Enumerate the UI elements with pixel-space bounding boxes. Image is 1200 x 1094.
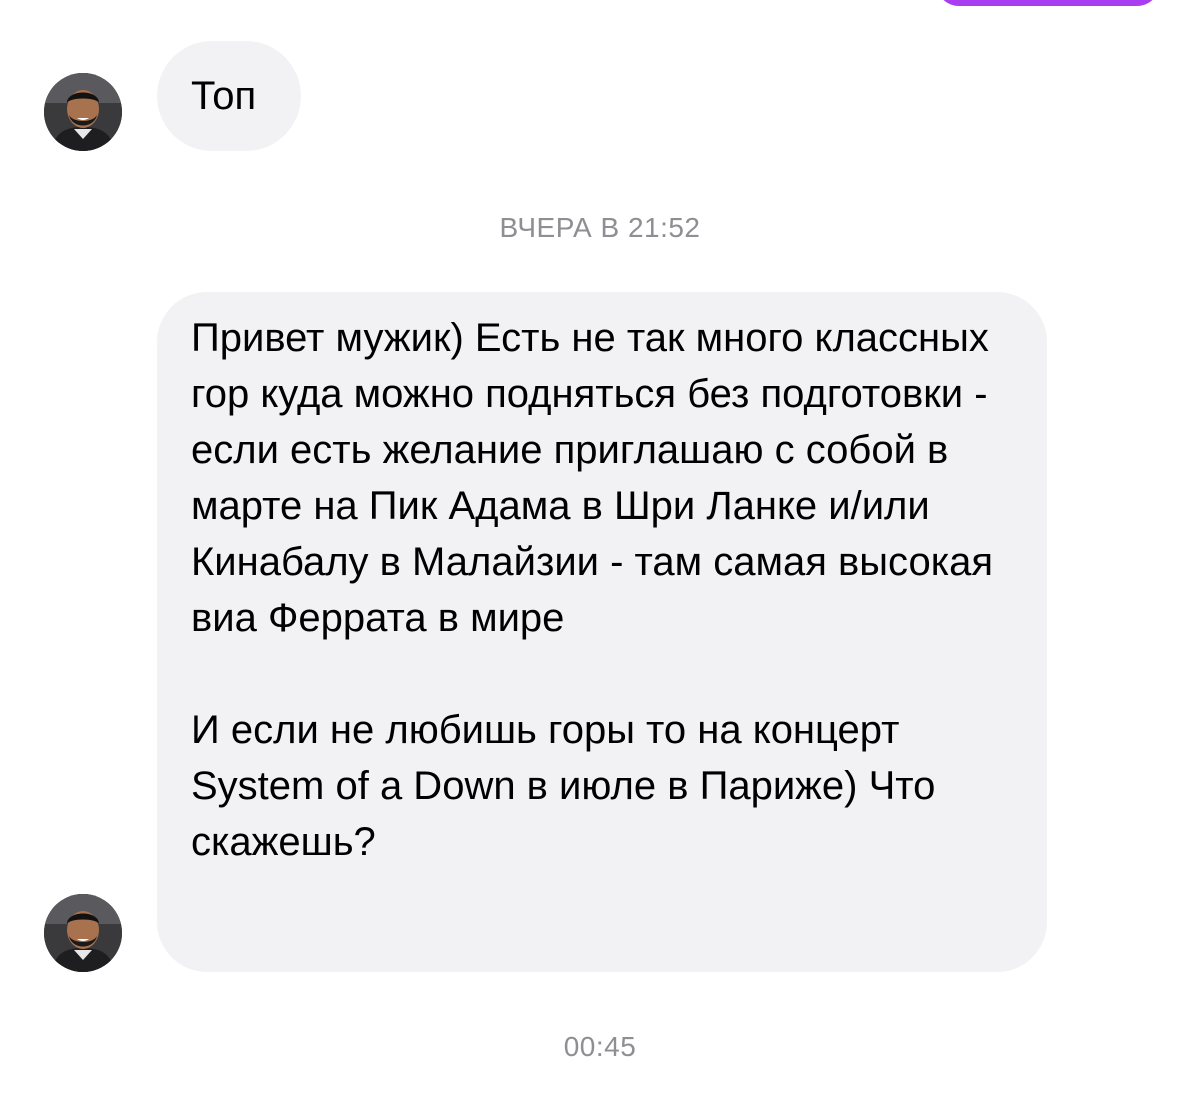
user-avatar-icon: [44, 894, 122, 972]
timestamp: 00:45: [563, 1031, 637, 1062]
message-paragraph: Привет мужик) Есть не так много классных…: [191, 316, 994, 640]
timestamp: ВЧЕРА В 21:52: [499, 212, 701, 243]
message-paragraph: И если не любишь горы то на концерт Syst…: [191, 708, 936, 864]
sender-avatar[interactable]: [44, 894, 122, 972]
message-text: Топ: [191, 74, 257, 118]
sent-message-bubble-edge[interactable]: [936, 0, 1160, 6]
user-avatar-icon: [44, 73, 122, 151]
message-bubble[interactable]: Привет мужик) Есть не так много классных…: [157, 292, 1047, 972]
sender-avatar[interactable]: [44, 73, 122, 151]
message-bubble[interactable]: Топ: [157, 41, 301, 151]
